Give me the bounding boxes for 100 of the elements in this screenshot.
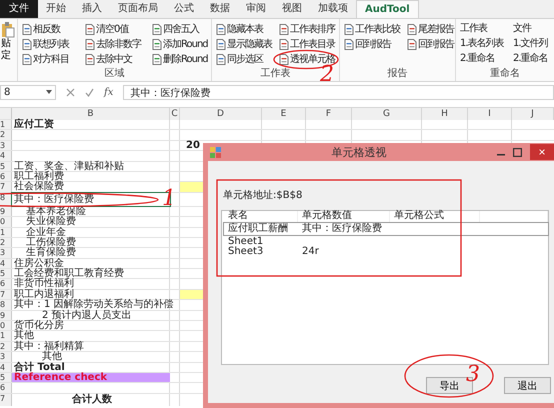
document-icon xyxy=(85,24,95,34)
document-icon xyxy=(152,24,162,34)
table-cell-text: 生育保险费 xyxy=(26,248,77,258)
ribbon-tab[interactable]: 公式 xyxy=(166,0,202,18)
ribbon-tab[interactable]: 插入 xyxy=(74,0,110,18)
row-header[interactable]: 7 xyxy=(0,394,12,406)
table-cell-text: 工伤保险费 xyxy=(25,238,77,248)
paste-button[interactable]: 贴 定 xyxy=(0,22,16,62)
ribbon-button[interactable]: 同步选区 xyxy=(216,52,276,66)
close-button[interactable]: × xyxy=(530,144,554,160)
cancel-icon xyxy=(66,88,75,96)
row-header[interactable]: 4 xyxy=(0,151,12,161)
column-header[interactable]: D xyxy=(180,108,262,120)
ribbon-tab[interactable]: 数据 xyxy=(202,0,238,18)
column-header[interactable]: F xyxy=(306,108,352,120)
document-icon xyxy=(279,38,289,50)
row-header[interactable]: 5 xyxy=(0,269,12,278)
group-label: 区域 xyxy=(104,68,124,81)
table-cell-text: 工会经费和职工教育经费 xyxy=(13,269,125,278)
row-header[interactable]: 3 xyxy=(0,352,12,362)
column-header[interactable]: C xyxy=(170,108,180,120)
ribbon-button[interactable]: 显示隐藏表 xyxy=(216,37,276,51)
list-cell-text: 24r xyxy=(301,247,320,258)
check-icon xyxy=(85,88,94,96)
ribbon-tab[interactable]: AudTool xyxy=(356,0,419,18)
column-header[interactable]: J xyxy=(512,108,554,120)
ribbon-button[interactable]: 去除中文 xyxy=(85,52,149,66)
column-header[interactable]: G xyxy=(352,108,422,120)
row-header[interactable]: 2 xyxy=(0,130,12,140)
column-header: 表名 xyxy=(224,211,298,222)
document-icon xyxy=(279,24,289,34)
row-header[interactable]: 6 xyxy=(0,383,12,393)
table-cell-text: 社会保险费 xyxy=(13,182,65,192)
ribbon-button[interactable]: 工作表比较 xyxy=(344,22,404,36)
column-header: 单元格公式 xyxy=(390,211,480,222)
row-header[interactable]: 1 xyxy=(0,120,12,130)
ribbon-button[interactable]: 尾差报告 xyxy=(407,22,455,36)
ribbon-button[interactable]: 四舍五入 xyxy=(152,22,212,36)
row-header[interactable]: 0 xyxy=(0,217,12,227)
column-header: 单元格数值 xyxy=(298,211,390,222)
column-header[interactable]: I xyxy=(468,108,512,120)
group-label: 工作表 xyxy=(260,68,290,81)
document-icon xyxy=(407,38,417,50)
row-header[interactable]: 8 xyxy=(0,300,12,310)
ribbon-button[interactable]: 对方科目 xyxy=(22,52,82,66)
ribbon-button[interactable]: 回到报告 xyxy=(344,37,404,51)
name-box[interactable]: 8 xyxy=(0,84,56,100)
document-icon xyxy=(85,54,95,64)
ribbon-button[interactable]: 工作表排序 xyxy=(279,22,340,36)
formula-field[interactable]: 其中：医疗保险费 xyxy=(123,84,554,100)
column-header[interactable]: H xyxy=(422,108,468,120)
ribbon-tab[interactable]: 开始 xyxy=(38,0,74,18)
ribbon-button[interactable]: 隐藏本表 xyxy=(216,22,276,36)
row-header[interactable]: 3 xyxy=(0,248,12,258)
table-cell-text: 职工福利费 xyxy=(13,172,65,182)
caret-icon xyxy=(46,90,52,94)
table-cell-text: 2 预计内退人员支出 xyxy=(42,310,133,320)
ribbon-button[interactable]: 相反数 xyxy=(22,22,82,36)
table-cell-text: 20 xyxy=(185,140,201,150)
ribbon-button[interactable]: 联想列表 xyxy=(22,37,82,51)
table-cell: Reference check xyxy=(12,372,170,382)
app-icon xyxy=(210,146,221,158)
document-icon xyxy=(85,38,95,50)
ribbon-tab[interactable]: 审阅 xyxy=(238,0,274,18)
ribbon-button[interactable]: 1.表名列表 xyxy=(460,37,510,51)
table-cell-text: 合计人数 xyxy=(71,394,113,406)
ribbon-button[interactable]: 透视单元格 xyxy=(279,52,340,66)
ribbon-button[interactable]: 去除非数字 xyxy=(85,37,149,51)
document-icon xyxy=(344,38,354,50)
ribbon-button[interactable]: 删除Round xyxy=(152,52,212,66)
ribbon-button[interactable]: 2.重命名 xyxy=(513,52,553,66)
row-header[interactable]: 0 xyxy=(0,321,12,330)
ribbon-button[interactable]: 回到报告 xyxy=(407,37,455,51)
insert-function-button[interactable]: fx xyxy=(104,86,114,98)
group-label: 报告 xyxy=(388,68,408,81)
group-heading: 文件 xyxy=(513,22,532,36)
column-header[interactable]: E xyxy=(262,108,306,120)
ribbon-button[interactable]: 清空0值 xyxy=(85,22,149,36)
table-cell-text: 其他 xyxy=(13,331,35,341)
document-icon xyxy=(216,38,226,50)
ribbon-button[interactable]: 1.文件列 xyxy=(513,37,553,51)
list-cell-text: Sheet3 xyxy=(227,247,264,258)
row-header[interactable]: 6 xyxy=(0,279,12,289)
ribbon-button[interactable]: 2.重命名 xyxy=(460,52,510,66)
ribbon-tab[interactable]: 视图 xyxy=(274,0,310,18)
table-cell-text: 应付工资 xyxy=(13,120,55,130)
table-cell-text: 货币化分房 xyxy=(13,321,65,330)
row-header[interactable]: 7 xyxy=(0,182,12,192)
ribbon-tab[interactable]: 文件 xyxy=(0,0,38,18)
document-icon xyxy=(152,38,162,50)
row-header[interactable]: 1 xyxy=(0,331,12,341)
dialog-button[interactable]: 退出 xyxy=(504,377,551,394)
ribbon-tab[interactable]: 加载项 xyxy=(310,0,356,18)
ribbon-button[interactable]: 工作表目录 xyxy=(279,37,340,51)
list-cell-text: Sheet1 xyxy=(227,236,264,246)
ribbon-tab[interactable]: 页面布局 xyxy=(110,0,166,18)
ribbon-button[interactable]: 添加Round xyxy=(152,37,212,51)
document-icon xyxy=(344,24,354,34)
table-cell-text: 职工内退福利 xyxy=(13,290,74,300)
group-heading: 工作表 xyxy=(460,22,488,36)
